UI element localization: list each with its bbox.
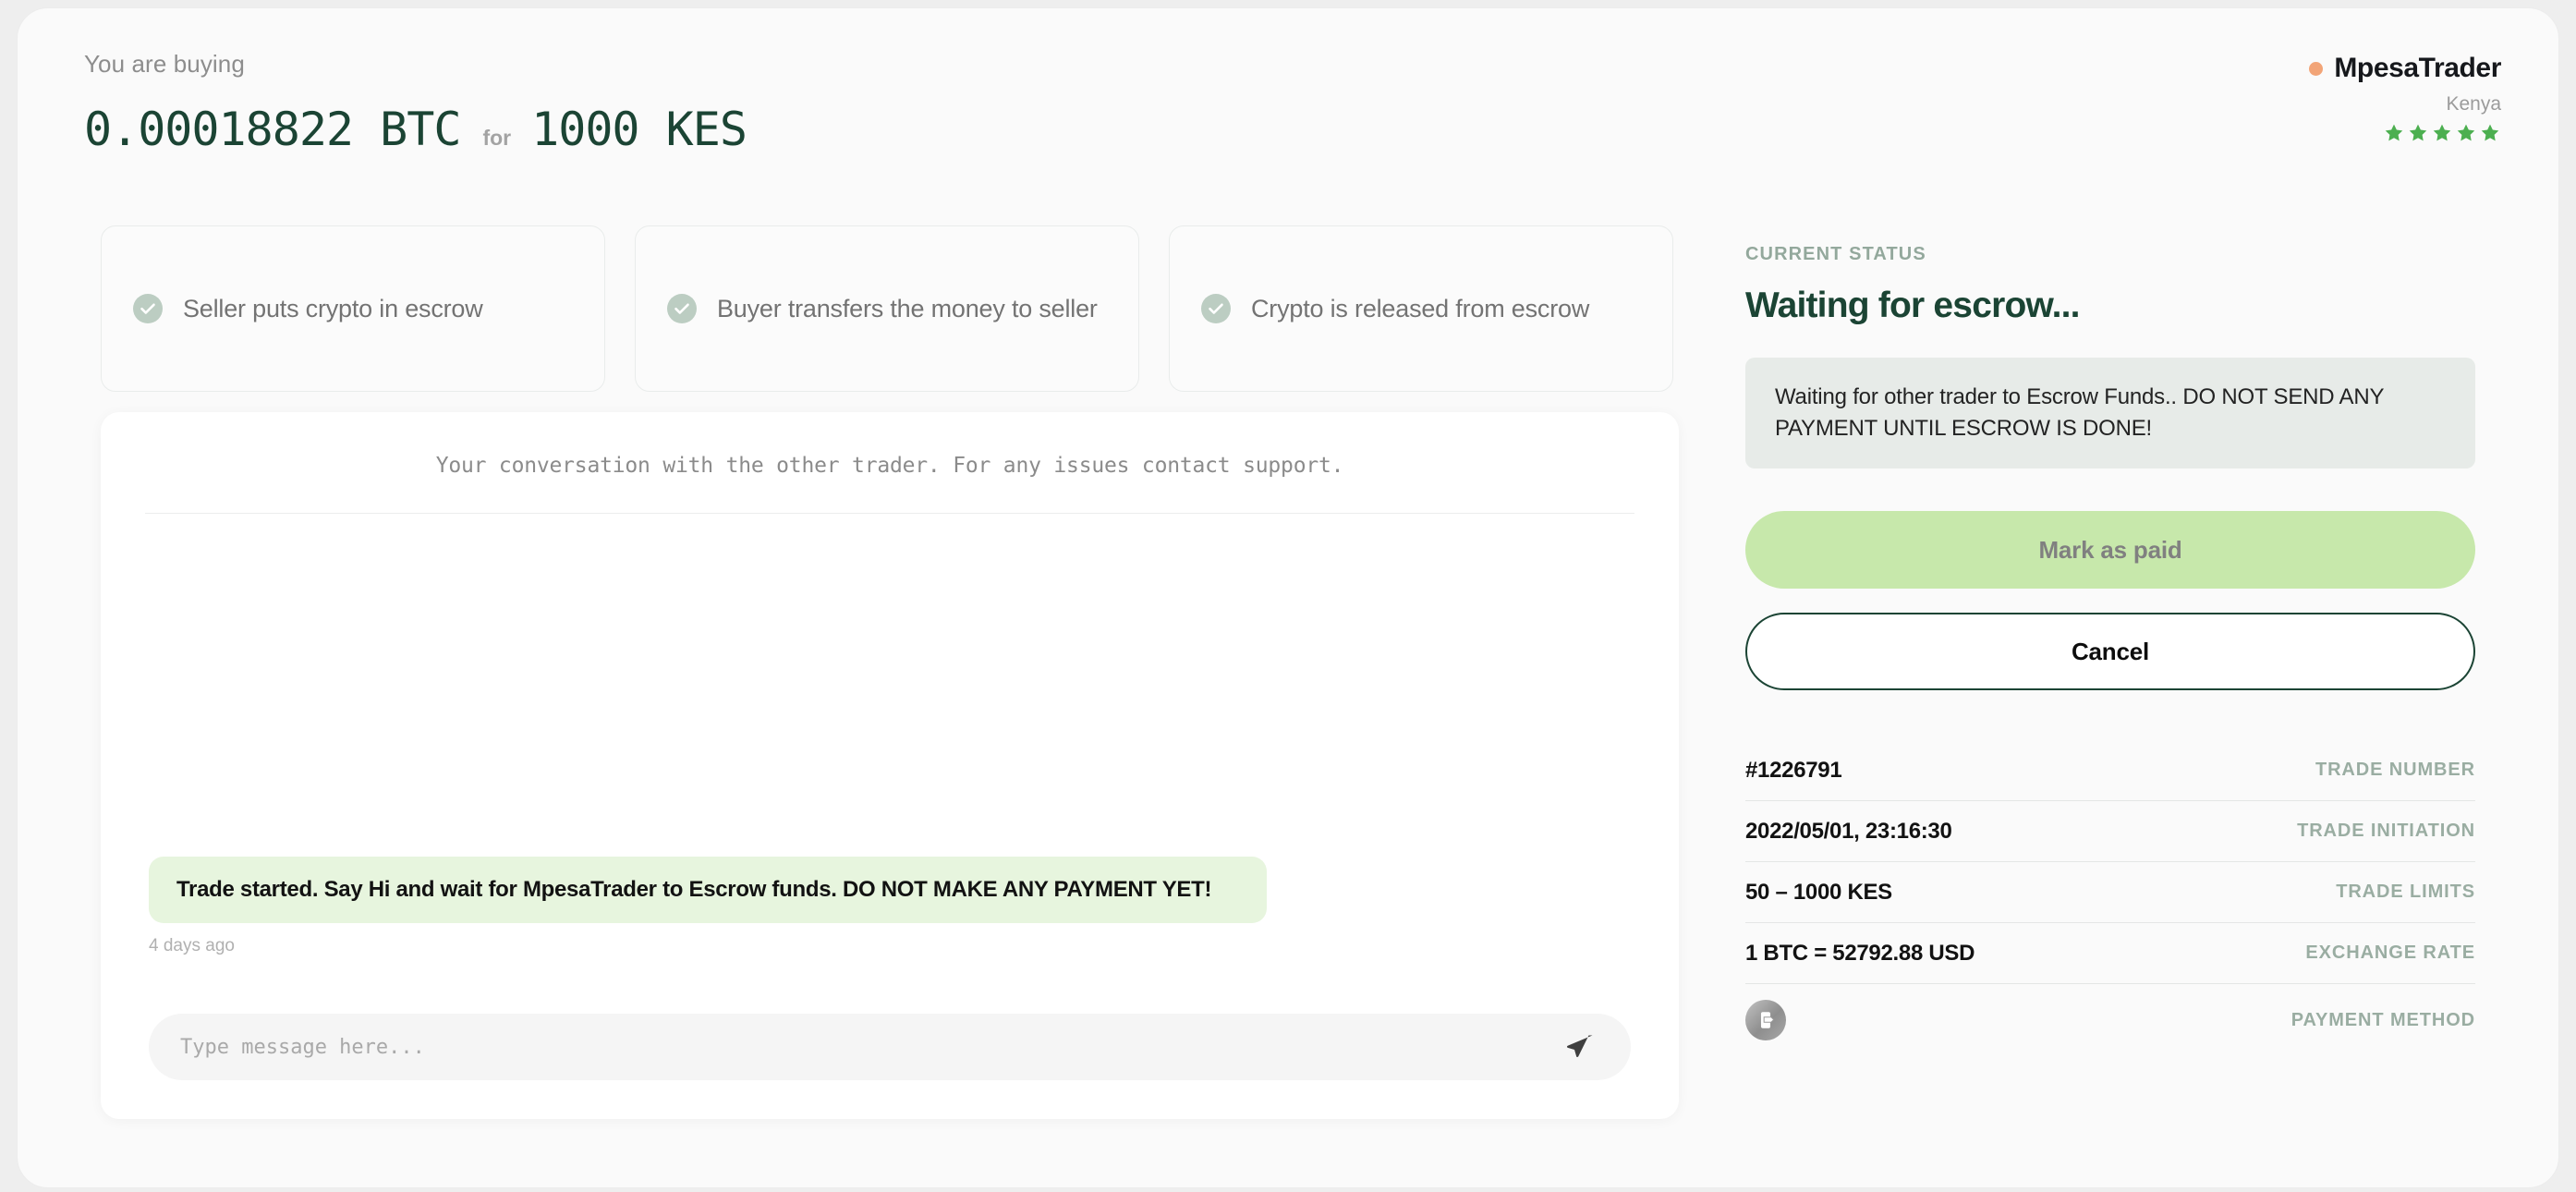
detail-value: #1226791 [1745,757,1842,783]
brand-name-row: MpesaTrader [2309,53,2501,84]
chat-note: Your conversation with the other trader.… [435,454,1344,478]
detail-value: 2022/05/01, 23:16:30 [1745,818,1952,844]
star-icon [2385,124,2403,141]
detail-key: EXCHANGE RATE [2305,943,2475,964]
step-label: Buyer transfers the money to seller [717,294,1098,322]
chat-message-list: Trade started. Say Hi and wait for Mpesa… [101,541,1679,956]
for-label: for [482,126,512,150]
trader-country: Kenya [2446,93,2501,115]
detail-row-trade-initiation: 2022/05/01, 23:16:30 TRADE INITIATION [1745,801,2475,863]
step-label: Seller puts crypto in escrow [183,294,483,322]
check-circle-icon [133,294,163,323]
detail-key: PAYMENT METHOD [2290,1009,2475,1030]
trade-details-list: #1226791 TRADE NUMBER 2022/05/01, 23:16:… [1745,740,2475,1056]
detail-value: 1 BTC = 52792.88 USD [1745,940,1975,966]
check-circle-icon [1201,294,1231,323]
rating-stars [2309,122,2501,144]
star-icon [2457,124,2475,141]
trader-brand: MpesaTrader Kenya [2309,53,2501,144]
cancel-button[interactable]: Cancel [1745,613,2475,691]
paper-plane-icon [1566,1035,1593,1058]
step-card-buyer-transfer: Buyer transfers the money to seller [635,225,1139,392]
detail-key: TRADE INITIATION [2297,821,2475,842]
status-alert-message: Waiting for other trader to Escrow Funds… [1745,358,2475,469]
detail-value: 50 – 1000 KES [1745,879,1892,905]
status-dot-icon [2309,61,2324,76]
detail-row-trade-number: #1226791 TRADE NUMBER [1745,740,2475,802]
fiat-amount: 1000 KES [531,103,747,156]
step-card-crypto-released: Crypto is released from escrow [1169,225,1673,392]
chat-message-time: 4 days ago [149,936,235,955]
step-label: Crypto is released from escrow [1251,294,1590,322]
mobile-money-icon [1745,1000,1786,1041]
crypto-amount: 0.00018822 BTC [84,103,461,156]
star-icon [2433,124,2451,141]
detail-row-trade-limits: 50 – 1000 KES TRADE LIMITS [1745,862,2475,924]
detail-row-payment-method: PAYMENT METHOD [1745,984,2475,1056]
status-title: Waiting for escrow... [1745,286,2080,325]
check-circle-icon [667,294,697,323]
step-card-seller-escrow: Seller puts crypto in escrow [101,225,605,392]
trader-name: MpesaTrader [2334,53,2501,83]
detail-key: TRADE NUMBER [2315,760,2475,781]
message-input[interactable] [180,1035,1561,1059]
chat-panel: Your conversation with the other trader.… [101,412,1679,1119]
star-icon [2481,124,2499,141]
amount-row: 0.00018822 BTC for 1000 KES [84,103,1655,156]
chat-message-text: Trade started. Say Hi and wait for Mpesa… [149,857,1267,923]
detail-key: TRADE LIMITS [2336,882,2475,903]
buying-eyebrow-label: You are buying [84,50,245,78]
trade-status-sidebar: CURRENT STATUS Waiting for escrow... Wai… [1745,244,2475,1056]
buy-summary-header: You are buying 0.00018822 BTC for 1000 K… [84,50,1655,156]
chat-message: Trade started. Say Hi and wait for Mpesa… [149,857,1631,956]
trade-page-frame: You are buying 0.00018822 BTC for 1000 K… [17,7,2559,1188]
escrow-steps: Seller puts crypto in escrow Buyer trans… [101,225,1673,392]
chat-input-bar[interactable] [149,1014,1631,1080]
star-icon [2409,124,2427,141]
detail-row-exchange-rate: 1 BTC = 52792.88 USD EXCHANGE RATE [1745,923,2475,985]
chat-divider [145,513,1634,514]
mark-as-paid-button[interactable]: Mark as paid [1745,511,2475,590]
send-message-button[interactable] [1561,1028,1599,1066]
current-status-label: CURRENT STATUS [1745,244,1926,264]
